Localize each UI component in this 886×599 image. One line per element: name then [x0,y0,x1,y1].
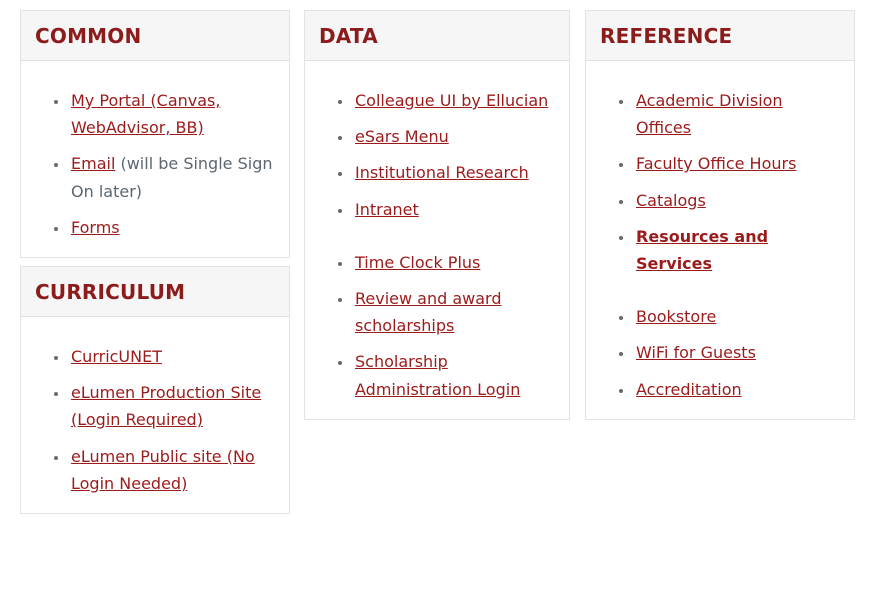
link-elumen-public-site[interactable]: eLumen Public site (No Login Needed) [71,447,255,493]
link-intranet[interactable]: Intranet [355,200,419,219]
link-bookstore[interactable]: Bookstore [636,307,716,326]
panel-reference-body: Academic Division Offices Faculty Office… [586,61,854,419]
panel-data-body: Colleague UI by Ellucian eSars Menu Inst… [305,61,569,419]
panel-data: DATA Colleague UI by Ellucian eSars Menu… [304,10,570,420]
list-item: Resources and Services [634,223,840,277]
panel-curriculum-list-1: CurricUNET eLumen Production Site (Login… [35,343,275,497]
column-right: REFERENCE Academic Division Offices Facu… [585,10,855,428]
panel-curriculum-title: CURRICULUM [35,279,186,304]
link-curricunet[interactable]: CurricUNET [71,347,162,366]
list-item: Academic Division Offices [634,87,840,141]
list-item: eLumen Public site (No Login Needed) [69,443,275,497]
link-colleague-ui-by-ellucian[interactable]: Colleague UI by Ellucian [355,91,548,110]
link-faculty-office-hours[interactable]: Faculty Office Hours [636,154,796,173]
list-item: CurricUNET [69,343,275,370]
panel-reference: REFERENCE Academic Division Offices Facu… [585,10,855,420]
list-item: Faculty Office Hours [634,150,840,177]
list-item: Scholarship Administration Login [353,348,555,402]
link-institutional-research[interactable]: Institutional Research [355,163,529,182]
list-item: Bookstore [634,303,840,330]
panel-common-list-1: My Portal (Canvas, WebAdvisor, BB) Email… [35,87,275,241]
list-item: Institutional Research [353,159,555,186]
link-elumen-production-site[interactable]: eLumen Production Site (Login Required) [71,383,261,429]
panel-reference-header: REFERENCE [586,11,854,61]
column-middle: DATA Colleague UI by Ellucian eSars Menu… [304,10,570,428]
panel-reference-title: REFERENCE [600,24,733,48]
link-directory-board: COMMON My Portal (Canvas, WebAdvisor, BB… [0,0,886,599]
panel-reference-list-2: Bookstore WiFi for Guests Accreditation [600,303,840,403]
panel-data-list-2: Time Clock Plus Review and award scholar… [319,249,555,403]
panel-common-body: My Portal (Canvas, WebAdvisor, BB) Email… [21,61,289,257]
panel-common: COMMON My Portal (Canvas, WebAdvisor, BB… [20,10,290,258]
link-my-portal[interactable]: My Portal (Canvas, WebAdvisor, BB) [71,91,220,137]
link-catalogs[interactable]: Catalogs [636,191,706,210]
panel-curriculum-body: CurricUNET eLumen Production Site (Login… [21,317,289,513]
panel-common-title: COMMON [35,24,142,48]
panel-curriculum-header: CURRICULUM [21,266,289,317]
list-item: Time Clock Plus [353,249,555,276]
list-item: Colleague UI by Ellucian [353,87,555,114]
link-forms[interactable]: Forms [71,218,120,237]
link-esars-menu[interactable]: eSars Menu [355,127,449,146]
panel-data-header: DATA [305,11,569,61]
link-time-clock-plus[interactable]: Time Clock Plus [355,253,480,272]
list-item: Email (will be Single Sign On later) [69,150,275,204]
list-item: WiFi for Guests [634,339,840,366]
link-resources-and-services[interactable]: Resources and Services [636,227,768,273]
list-item: eSars Menu [353,123,555,150]
column-left: COMMON My Portal (Canvas, WebAdvisor, BB… [20,10,290,522]
panel-common-header: COMMON [21,11,289,61]
link-review-and-award-scholarships[interactable]: Review and award scholarships [355,289,502,335]
link-email[interactable]: Email [71,154,115,173]
list-item: Forms [69,214,275,241]
link-scholarship-administration-login[interactable]: Scholarship Administration Login [355,352,520,398]
list-item: eLumen Production Site (Login Required) [69,379,275,433]
panel-data-title: DATA [319,24,378,48]
list-item: Catalogs [634,187,840,214]
link-wifi-for-guests[interactable]: WiFi for Guests [636,343,756,362]
panel-data-list-1: Colleague UI by Ellucian eSars Menu Inst… [319,87,555,223]
list-item: Intranet [353,196,555,223]
panel-curriculum: CURRICULUM CurricUNET eLumen Production … [20,265,290,514]
panel-reference-list-1: Academic Division Offices Faculty Office… [600,87,840,277]
list-item: Accreditation [634,376,840,403]
link-accreditation[interactable]: Accreditation [636,380,742,399]
list-item: Review and award scholarships [353,285,555,339]
link-academic-division-offices[interactable]: Academic Division Offices [636,91,783,137]
list-item: My Portal (Canvas, WebAdvisor, BB) [69,87,275,141]
